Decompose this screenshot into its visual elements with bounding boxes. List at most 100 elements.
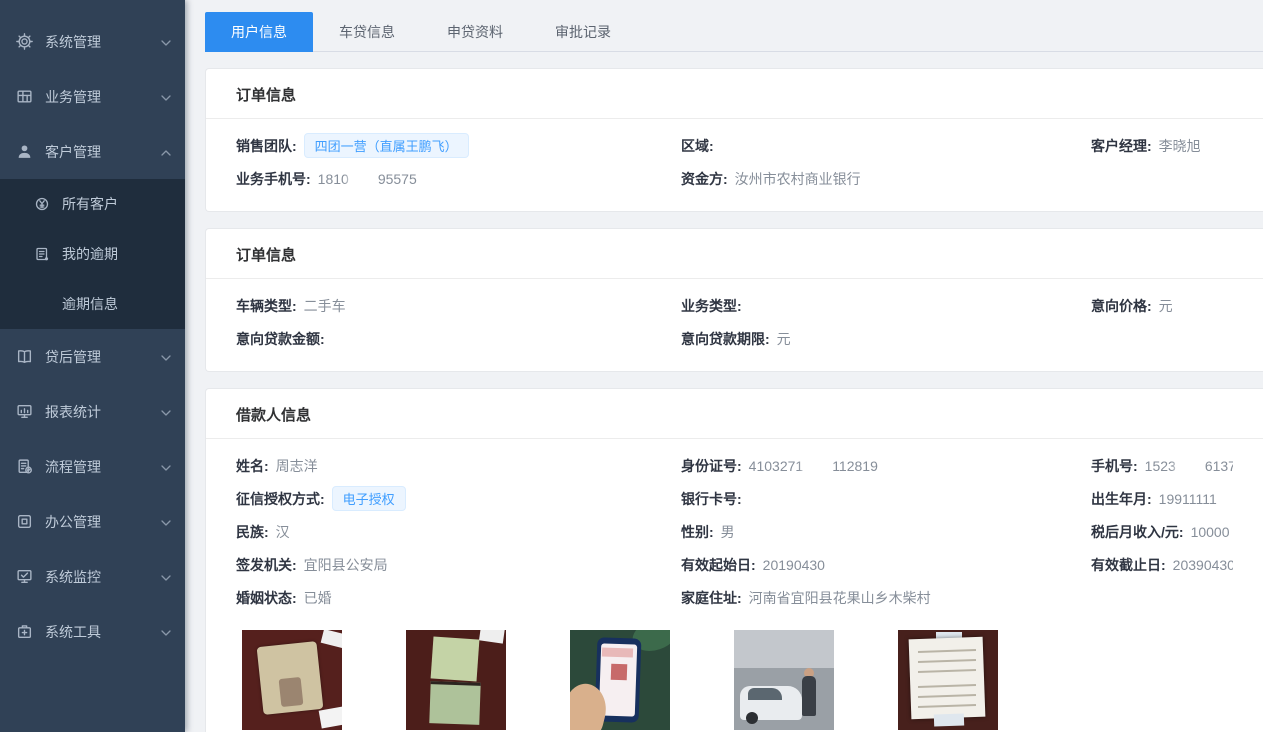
field-label: 有效起始日: (681, 555, 756, 575)
tab-car-loan-info[interactable]: 车贷信息 (313, 12, 421, 52)
field-value: 男 (721, 522, 735, 542)
sidebar-item-customer-management[interactable]: 客户管理 (0, 124, 185, 179)
photo-item: 人车合影 (734, 630, 834, 732)
person-with-car-photo-thumbnail[interactable] (734, 630, 834, 730)
photo-item: 大头照 (242, 630, 342, 732)
field-marital-status: 婚姻状态: 已婚 (236, 581, 681, 614)
field-label: 车辆类型: (236, 296, 297, 316)
redaction-patch (1177, 458, 1204, 473)
empty-cell (1091, 322, 1233, 355)
field-label: 出生年月: (1091, 489, 1152, 509)
field-value: 汝州市农村商业银行 (735, 169, 861, 189)
borrower-info-card: 借款人信息 姓名: 周志洋 身份证号: 4103271112819 手机号: 1… (205, 388, 1263, 732)
sidebar-item-label: 报表统计 (45, 402, 101, 422)
credit-auth-tag: 电子授权 (332, 486, 406, 511)
chevron-down-icon (161, 514, 171, 530)
phone-authorization-photo-thumbnail[interactable] (570, 630, 670, 730)
tab-label: 审批记录 (555, 24, 611, 40)
workflow-icon (16, 458, 33, 475)
sidebar-item-process-management[interactable]: 流程管理 (0, 439, 185, 494)
tab-label: 车贷信息 (339, 24, 395, 40)
field-region: 区域: (681, 129, 1091, 162)
sidebar-item-all-customers[interactable]: 所有客户 (0, 179, 185, 229)
field-label: 婚姻状态: (236, 588, 297, 608)
field-home-address: 家庭住址: 河南省宜阳县花果山乡木柴村 (681, 581, 1091, 614)
monitor-check-icon (16, 568, 33, 585)
sidebar-item-label: 系统管理 (45, 32, 101, 52)
card-title: 订单信息 (206, 69, 1263, 119)
sidebar-item-postloan-management[interactable]: 贷后管理 (0, 329, 185, 384)
chevron-down-icon (161, 569, 171, 585)
sidebar-item-system-management[interactable]: 系统管理 (0, 14, 185, 69)
field-value: 已婚 (304, 588, 332, 608)
field-label: 签发机关: (236, 555, 297, 575)
empty-cell (1091, 581, 1233, 614)
field-value: 20390430 (1173, 557, 1233, 573)
sidebar-item-label: 系统监控 (45, 567, 101, 587)
chevron-down-icon (161, 404, 171, 420)
tab-user-info[interactable]: 用户信息 (205, 12, 313, 52)
field-mobile-phone: 手机号: 15236137 (1091, 449, 1233, 482)
photo-item: 授权截图 (570, 630, 670, 732)
field-value: 10000 (1191, 524, 1230, 540)
field-ethnicity: 民族: 汉 (236, 515, 681, 548)
field-value: 李晓旭 (1159, 136, 1201, 156)
field-funder: 资金方: 汝州市农村商业银行 (681, 162, 1091, 195)
field-value: 元 (1159, 296, 1173, 316)
sidebar-item-system-monitoring[interactable]: 系统监控 (0, 549, 185, 604)
field-label: 资金方: (681, 169, 728, 189)
field-value: 4103271112819 (749, 458, 878, 474)
field-label: 意向贷款期限: (681, 329, 770, 349)
field-valid-from: 有效起始日: 20190430 (681, 548, 1091, 581)
chevron-down-icon (161, 349, 171, 365)
card-title: 订单信息 (206, 229, 1263, 279)
field-label: 姓名: (236, 456, 269, 476)
field-id-number: 身份证号: 4103271112819 (681, 449, 1091, 482)
chevron-down-icon (161, 624, 171, 640)
green-booklet-photo-thumbnail[interactable] (406, 630, 506, 730)
document-photos: 大头照 整本户口本 授权截图 (242, 630, 1233, 732)
chevron-up-icon (161, 144, 171, 160)
field-label: 有效截止日: (1091, 555, 1166, 575)
user-icon (16, 143, 33, 160)
sidebar-item-label: 客户管理 (45, 142, 101, 162)
sidebar-item-label: 系统工具 (45, 622, 101, 642)
toolbox-icon (16, 623, 33, 640)
sidebar-item-overdue-info[interactable]: 逾期信息 (0, 279, 185, 329)
field-label: 征信授权方式: (236, 489, 325, 509)
field-business-phone: 业务手机号: 181095575 (236, 162, 681, 195)
field-label: 区域: (681, 136, 714, 156)
sidebar-item-label: 流程管理 (45, 457, 101, 477)
sidebar-item-label: 贷后管理 (45, 347, 101, 367)
card-title: 借款人信息 (206, 389, 1263, 439)
tab-label: 用户信息 (231, 24, 287, 40)
sidebar-item-office-management[interactable]: 办公管理 (0, 494, 185, 549)
tab-approval-records[interactable]: 审批记录 (529, 12, 637, 52)
field-value: 河南省宜阳县花果山乡木柴村 (749, 588, 931, 608)
order-info-card-2: 订单信息 车辆类型: 二手车 业务类型: 意向价格: 元 (205, 228, 1263, 372)
field-intended-loan-amount: 意向贷款金额: (236, 322, 681, 355)
sidebar-item-label: 业务管理 (45, 87, 101, 107)
sidebar-item-system-tools[interactable]: 系统工具 (0, 604, 185, 659)
sales-team-tag[interactable]: 四团一营（直属王鹏飞） (304, 133, 469, 158)
gear-icon (16, 33, 33, 50)
customer-management-submenu: 所有客户 我的逾期 逾期信息 (0, 179, 185, 329)
id-card-photo-thumbnail[interactable] (242, 630, 342, 730)
empty-cell (1091, 162, 1233, 195)
field-value: 181095575 (318, 171, 417, 187)
field-label: 业务类型: (681, 296, 742, 316)
field-name: 姓名: 周志洋 (236, 449, 681, 482)
tab-loan-application-docs[interactable]: 申贷资料 (421, 12, 529, 52)
field-label: 销售团队: (236, 136, 297, 156)
sidebar-item-report-statistics[interactable]: 报表统计 (0, 384, 185, 439)
handwritten-document-photo-thumbnail[interactable] (898, 630, 998, 730)
tab-label: 申贷资料 (447, 24, 503, 40)
sidebar-item-my-overdue[interactable]: 我的逾期 (0, 229, 185, 279)
field-label: 客户经理: (1091, 136, 1152, 156)
sidebar-item-business-management[interactable]: 业务管理 (0, 69, 185, 124)
field-label: 手机号: (1091, 456, 1138, 476)
sidebar-item-label: 办公管理 (45, 512, 101, 532)
field-value: 汉 (276, 522, 290, 542)
grid-icon (16, 88, 33, 105)
field-value: 二手车 (304, 296, 346, 316)
